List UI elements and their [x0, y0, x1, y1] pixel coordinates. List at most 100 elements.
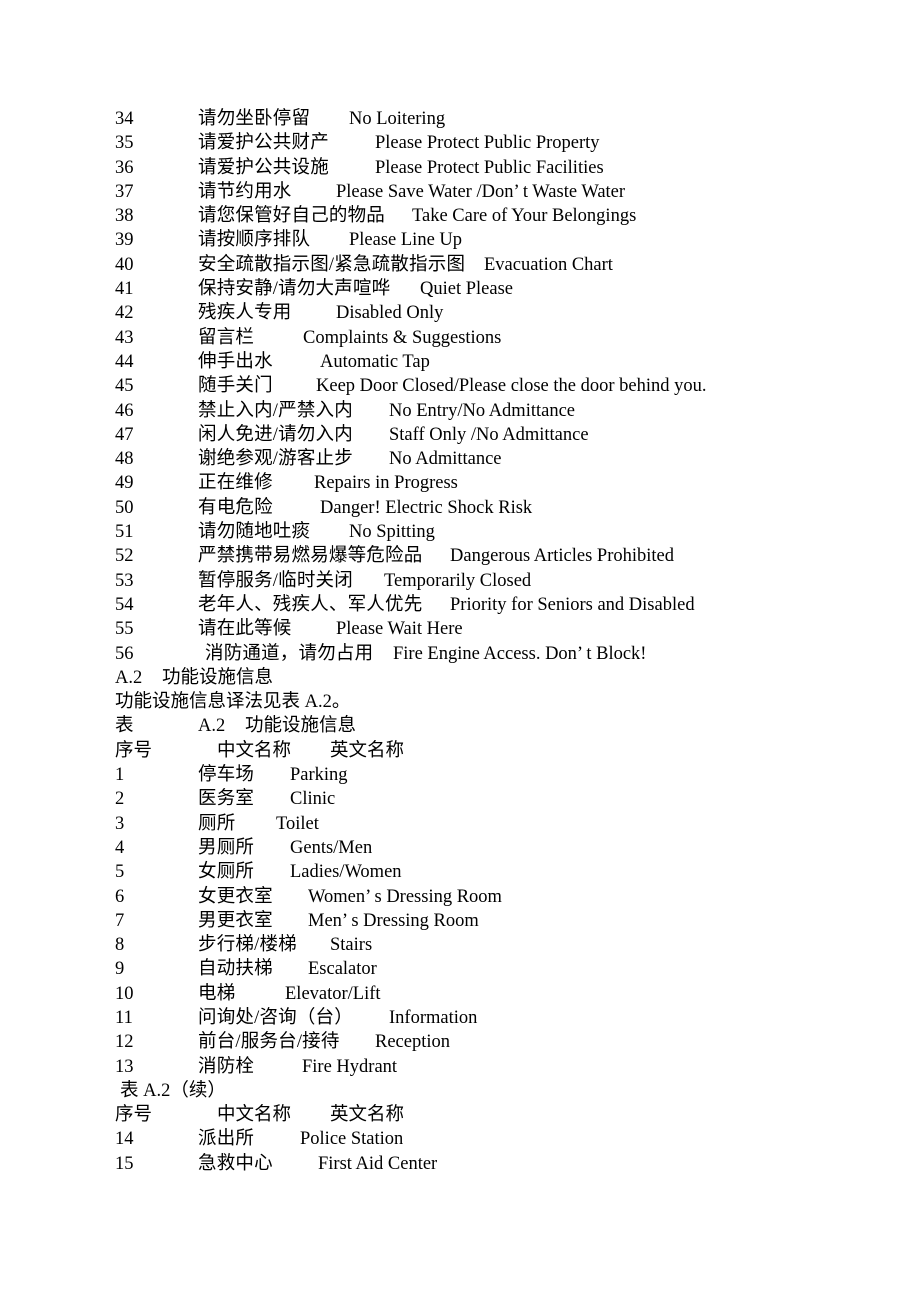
row-number: 7: [115, 910, 125, 931]
row-english-name: Men’ s Dressing Room: [308, 910, 479, 931]
row-chinese-name: 厕所: [198, 813, 236, 834]
table-row: 49 正在维修 Repairs in Progress: [0, 471, 920, 495]
row-number: 42: [115, 303, 134, 324]
row-number: 38: [115, 206, 134, 227]
table-row: 10 电梯 Elevator/Lift: [0, 982, 920, 1006]
table-row: 55 请在此等候 Please Wait Here: [0, 617, 920, 641]
table-row: 40 安全疏散指示图/紧急疏散指示图 Evacuation Chart: [0, 253, 920, 277]
row-chinese-name: 正在维修: [198, 473, 273, 494]
intro-text: 功能设施信息译法见表 A.2。: [115, 692, 351, 713]
row-number: 37: [115, 181, 134, 202]
row-english-name: No Admittance: [389, 449, 502, 470]
table-column-header: 序号 中文名称 英文名称: [0, 1103, 920, 1127]
row-english-name: Staff Only /No Admittance: [389, 424, 589, 445]
row-chinese-name: 暂停服务/临时关闭: [198, 570, 353, 591]
row-number: 34: [115, 109, 134, 129]
table-row: 42 残疾人专用 Disabled Only: [0, 301, 920, 325]
row-english-name: Women’ s Dressing Room: [308, 886, 502, 907]
row-chinese-name: 有电危险: [198, 497, 273, 518]
table-row: 36 请爱护公共设施 Please Protect Public Facilitie…: [0, 156, 920, 180]
table-row: 3 厕所 Toilet: [0, 812, 920, 836]
row-number: 46: [115, 400, 134, 421]
table-caption: 表 A.2 功能设施信息: [0, 714, 920, 738]
row-english-name: No Loitering: [349, 109, 446, 129]
row-english-name: Evacuation Chart: [484, 254, 613, 275]
row-chinese-name: 自动扶梯: [198, 959, 273, 980]
caption-title: 功能设施信息: [245, 716, 357, 737]
row-english-name: Keep Door Closed/Please close the door b…: [316, 376, 707, 397]
column-header-cell: 中文名称: [217, 1105, 292, 1126]
caption-number: A.2: [198, 716, 226, 737]
row-english-name: Parking: [290, 765, 348, 786]
row-english-name: First Aid Center: [318, 1153, 438, 1174]
table-row: 11 问询处/咨询（台） Information: [0, 1006, 920, 1030]
document-page: 34 请勿坐卧停留 No Loitering 35 请爱护公共财产 Please Prot…: [0, 0, 920, 1302]
row-number: 14: [115, 1129, 134, 1150]
row-english-name: Escalator: [308, 959, 377, 980]
row-number: 43: [115, 327, 134, 348]
row-english-name: Stairs: [330, 935, 373, 956]
column-header-cell: 中文名称: [217, 740, 292, 761]
row-number: 55: [115, 619, 134, 640]
row-number: 6: [115, 886, 125, 907]
table-row: 5 女厕所 Ladies/Women: [0, 860, 920, 884]
row-number: 39: [115, 230, 134, 251]
row-number: 53: [115, 570, 134, 591]
row-english-name: Gents/Men: [290, 837, 373, 858]
table-row: 9 自动扶梯 Escalator: [0, 957, 920, 981]
row-number: 47: [115, 424, 134, 445]
row-chinese-name: 步行梯/楼梯: [198, 935, 297, 956]
row-english-name: Temporarily Closed: [384, 570, 532, 591]
row-chinese-name: 请勿坐卧停留: [198, 109, 311, 129]
table-row: 54 老年人、残疾人、军人优先 Priority for Seniors and D…: [0, 593, 920, 617]
row-number: 56: [115, 643, 134, 664]
row-english-name: Complaints & Suggestions: [303, 327, 502, 348]
row-english-name: Danger! Electric Shock Risk: [320, 497, 533, 518]
table-row: 34 请勿坐卧停留 No Loitering: [0, 107, 920, 131]
table-row: 51 请勿随地吐痰 No Spitting: [0, 520, 920, 544]
row-number: 12: [115, 1032, 134, 1053]
row-number: 15: [115, 1153, 134, 1174]
row-chinese-name: 医务室: [198, 789, 255, 810]
row-number: 13: [115, 1056, 134, 1077]
table-row: 7 男更衣室 Men’ s Dressing Room: [0, 909, 920, 933]
row-chinese-name: 急救中心: [198, 1153, 273, 1174]
row-english-name: Please Wait Here: [336, 619, 463, 640]
row-chinese-name: 派出所: [198, 1129, 255, 1150]
table-row: 38 请您保管好自己的物品 Take Care of Your Belongings: [0, 204, 920, 228]
row-english-name: Automatic Tap: [320, 351, 430, 372]
row-english-name: Information: [389, 1007, 478, 1028]
table-row: 44 伸手出水 Automatic Tap: [0, 350, 920, 374]
row-number: 50: [115, 497, 134, 518]
row-chinese-name: 前台/服务台/接待: [198, 1032, 340, 1053]
row-chinese-name: 伸手出水: [198, 351, 273, 372]
table-row: 47 闲人免进/请勿入内 Staff Only /No Admittance: [0, 423, 920, 447]
row-english-name: Ladies/Women: [290, 862, 402, 883]
row-english-name: Quiet Please: [420, 279, 513, 300]
row-chinese-name: 请爱护公共设施: [198, 157, 329, 178]
row-chinese-name: 安全疏散指示图/紧急疏散指示图: [198, 254, 466, 275]
table-row: 50 有电危险 Danger! Electric Shock Risk: [0, 496, 920, 520]
row-chinese-name: 谢绝参观/游客止步: [198, 449, 353, 470]
row-chinese-name: 请您保管好自己的物品: [198, 206, 386, 227]
row-english-name: Clinic: [290, 789, 336, 810]
table-row: 6 女更衣室 Women’ s Dressing Room: [0, 885, 920, 909]
row-english-name: No Spitting: [349, 522, 435, 543]
table-row: 43 留言栏 Complaints & Suggestions: [0, 326, 920, 350]
row-english-name: Fire Engine Access. Don’ t Block!: [393, 643, 647, 664]
row-chinese-name: 问询处/咨询（台）: [198, 1007, 353, 1028]
row-number: 11: [115, 1007, 133, 1028]
row-chinese-name: 消防通道，请勿占用: [205, 643, 374, 664]
row-chinese-name: 电梯: [198, 983, 236, 1004]
table-row: 4 男厕所 Gents/Men: [0, 836, 920, 860]
row-chinese-name: 请按顺序排队: [198, 230, 311, 251]
row-english-name: Reception: [375, 1032, 451, 1053]
document-text-body: 34 请勿坐卧停留 No Loitering 35 请爱护公共财产 Please Prot…: [0, 107, 920, 1176]
table-row: 56 消防通道，请勿占用 Fire Engine Access. Don’ t Bl…: [0, 642, 920, 666]
table-row: 52 严禁携带易燃易爆等危险品 Dangerous Articles Prohibi…: [0, 544, 920, 568]
row-english-name: Dangerous Articles Prohibited: [450, 546, 675, 567]
row-chinese-name: 男厕所: [198, 837, 255, 858]
column-header-cell: 英文名称: [330, 1105, 405, 1126]
row-number: 44: [115, 351, 134, 372]
row-number: 41: [115, 279, 134, 300]
